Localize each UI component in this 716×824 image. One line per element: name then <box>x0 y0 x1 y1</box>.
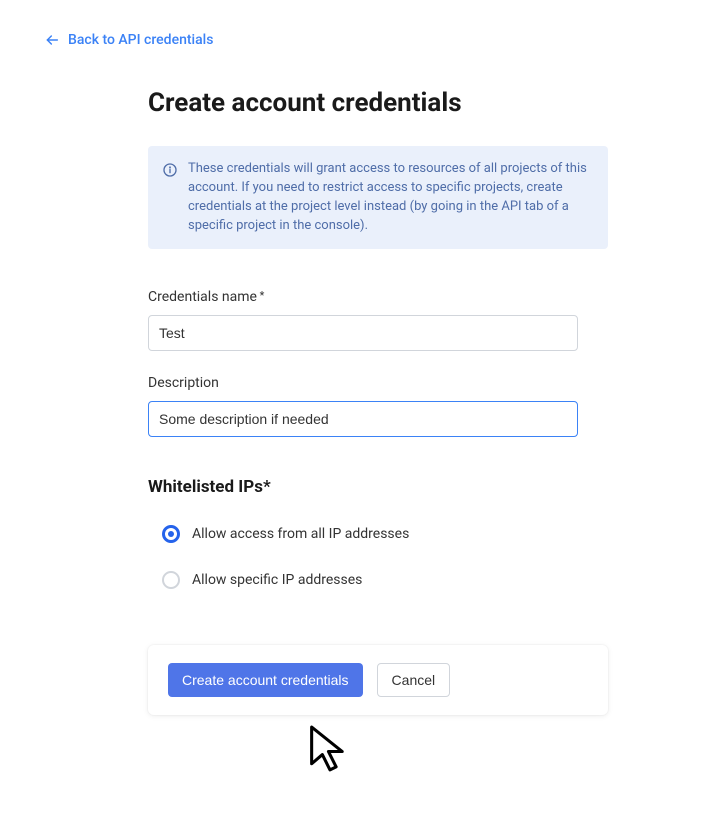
description-input[interactable] <box>148 401 578 437</box>
credentials-name-input[interactable] <box>148 315 578 351</box>
info-icon <box>162 162 178 178</box>
cancel-button[interactable]: Cancel <box>377 663 451 697</box>
credentials-name-label: Credentials name <box>148 289 608 305</box>
cursor-icon <box>308 724 352 780</box>
arrow-left-icon <box>44 32 60 48</box>
radio-label-allow-specific: Allow specific IP addresses <box>192 572 362 588</box>
page-title: Create account credentials <box>148 88 608 118</box>
radio-icon <box>162 571 180 589</box>
description-label: Description <box>148 375 608 391</box>
radio-label-allow-all: Allow access from all IP addresses <box>192 526 409 542</box>
create-button[interactable]: Create account credentials <box>168 663 363 697</box>
radio-icon <box>162 525 180 543</box>
ip-radio-group: Allow access from all IP addresses Allow… <box>148 525 608 589</box>
action-bar: Create account credentials Cancel <box>148 645 608 715</box>
radio-allow-specific[interactable]: Allow specific IP addresses <box>162 571 608 589</box>
back-link-label: Back to API credentials <box>68 32 213 48</box>
radio-allow-all[interactable]: Allow access from all IP addresses <box>162 525 608 543</box>
info-text: These credentials will grant access to r… <box>188 160 592 235</box>
back-link[interactable]: Back to API credentials <box>0 0 213 48</box>
info-box: These credentials will grant access to r… <box>148 146 608 249</box>
whitelist-title: Whitelisted IPs* <box>148 477 608 497</box>
